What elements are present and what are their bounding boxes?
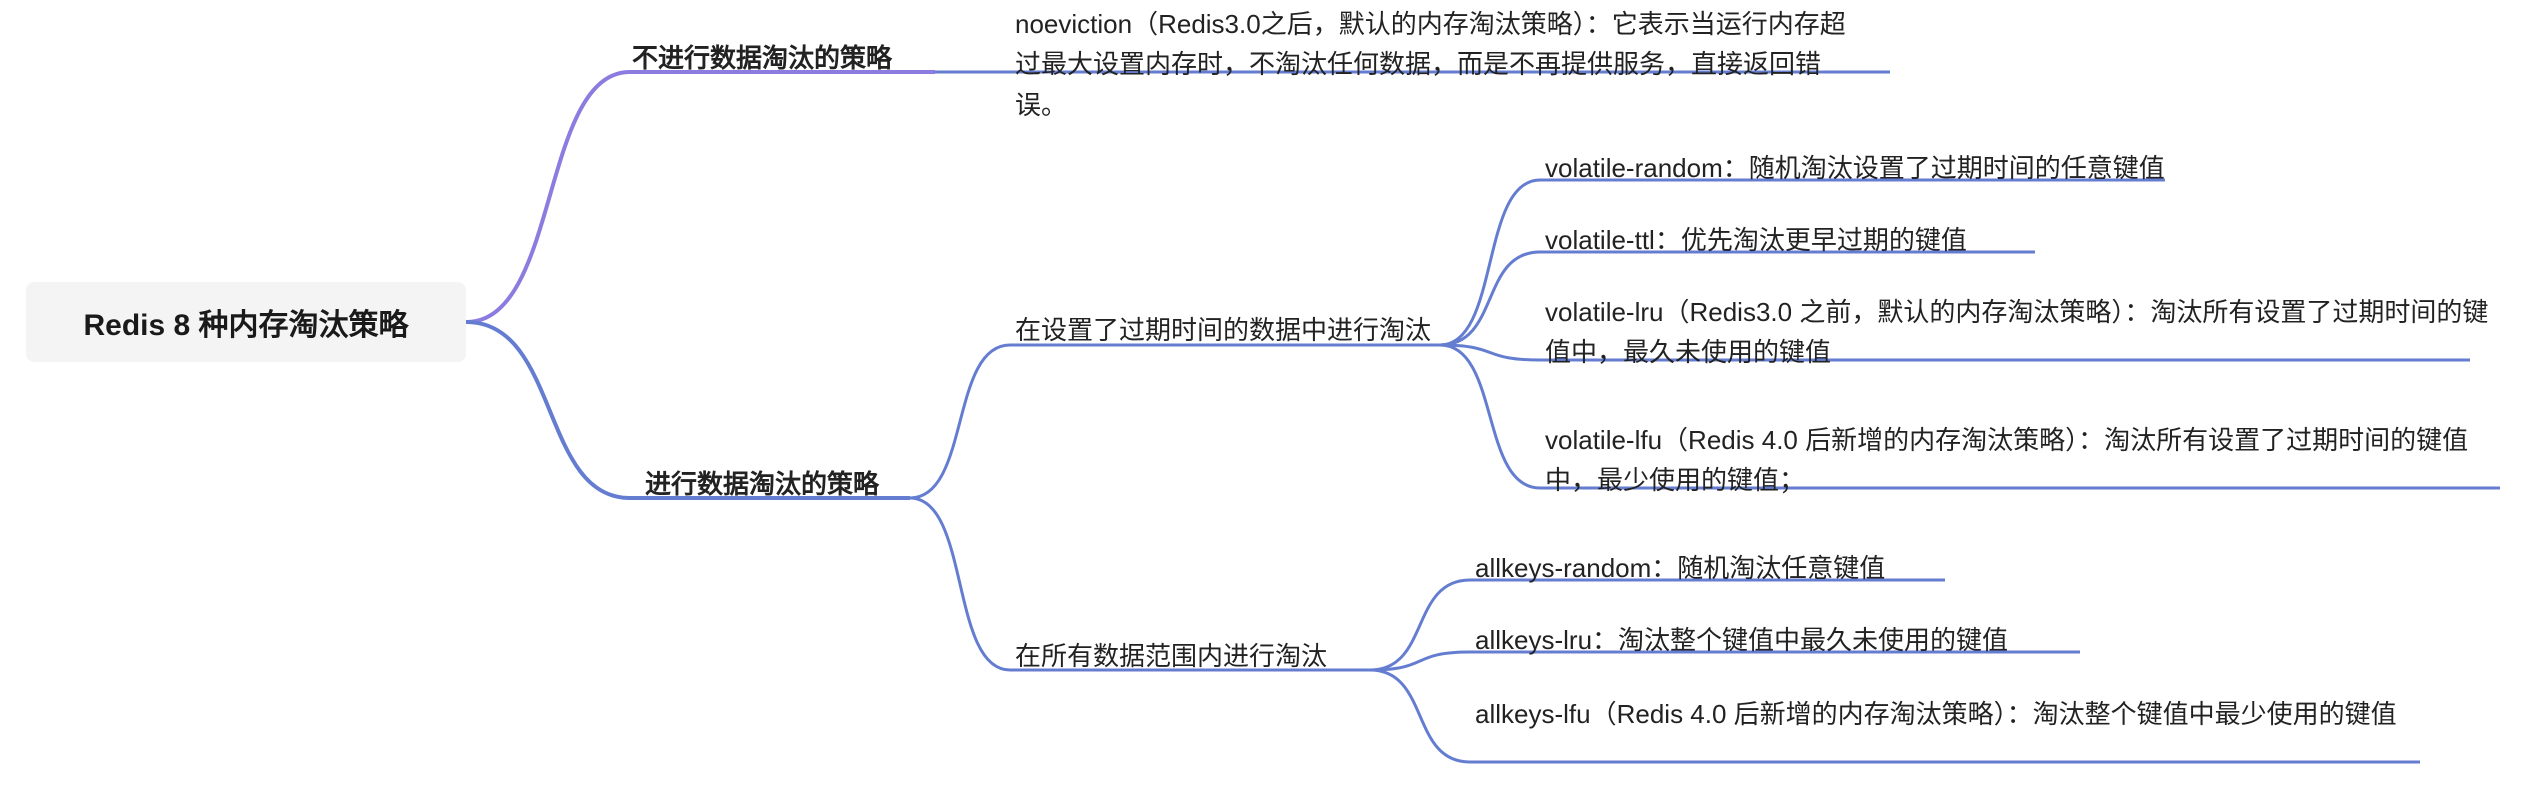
subbranch-volatile: 在设置了过期时间的数据中进行淘汰 <box>1015 312 1431 348</box>
leaf-allkeys-random-text: allkeys-random：随机淘汰任意键值 <box>1475 553 1885 583</box>
leaf-volatile-random: volatile-random：随机淘汰设置了过期时间的任意键值 <box>1545 148 2165 188</box>
leaf-allkeys-lru: allkeys-lru：淘汰整个键值中最久未使用的键值 <box>1475 620 2008 660</box>
leaf-volatile-ttl: volatile-ttl：优先淘汰更早过期的键值 <box>1545 220 1967 260</box>
mindmap-root: Redis 8 种内存淘汰策略 <box>26 282 466 362</box>
leaf-volatile-random-text: volatile-random：随机淘汰设置了过期时间的任意键值 <box>1545 153 2165 183</box>
leaf-volatile-lru-text: volatile-lru（Redis3.0 之前，默认的内存淘汰策略）：淘汰所有… <box>1545 297 2488 367</box>
mindmap-canvas: Redis 8 种内存淘汰策略 不进行数据淘汰的策略 进行数据淘汰的策略 noe… <box>0 0 2540 804</box>
branch-no-eviction: 不进行数据淘汰的策略 <box>632 40 892 76</box>
subbranch-allkeys-label: 在所有数据范围内进行淘汰 <box>1015 641 1327 671</box>
leaf-volatile-lfu: volatile-lfu（Redis 4.0 后新增的内存淘汰策略）：淘汰所有设… <box>1545 420 2515 501</box>
leaf-volatile-lfu-text: volatile-lfu（Redis 4.0 后新增的内存淘汰策略）：淘汰所有设… <box>1545 425 2468 495</box>
leaf-volatile-ttl-text: volatile-ttl：优先淘汰更早过期的键值 <box>1545 225 1967 255</box>
branch-eviction: 进行数据淘汰的策略 <box>645 466 879 502</box>
root-label: Redis 8 种内存淘汰策略 <box>83 300 408 344</box>
branch-no-eviction-label: 不进行数据淘汰的策略 <box>632 43 892 73</box>
leaf-volatile-lru: volatile-lru（Redis3.0 之前，默认的内存淘汰策略）：淘汰所有… <box>1545 292 2505 373</box>
branch-eviction-label: 进行数据淘汰的策略 <box>645 469 879 499</box>
subbranch-allkeys: 在所有数据范围内进行淘汰 <box>1015 638 1327 674</box>
leaf-allkeys-lfu-text: allkeys-lfu（Redis 4.0 后新增的内存淘汰策略）：淘汰整个键值… <box>1475 699 2397 729</box>
leaf-allkeys-lru-text: allkeys-lru：淘汰整个键值中最久未使用的键值 <box>1475 625 2008 655</box>
leaf-noeviction-text: noeviction（Redis3.0之后，默认的内存淘汰策略）：它表示当运行内… <box>1015 9 1846 120</box>
leaf-allkeys-lfu: allkeys-lfu（Redis 4.0 后新增的内存淘汰策略）：淘汰整个键值… <box>1475 694 2397 734</box>
leaf-allkeys-random: allkeys-random：随机淘汰任意键值 <box>1475 548 1885 588</box>
subbranch-volatile-label: 在设置了过期时间的数据中进行淘汰 <box>1015 315 1431 345</box>
leaf-noeviction: noeviction（Redis3.0之后，默认的内存淘汰策略）：它表示当运行内… <box>1015 4 1865 125</box>
